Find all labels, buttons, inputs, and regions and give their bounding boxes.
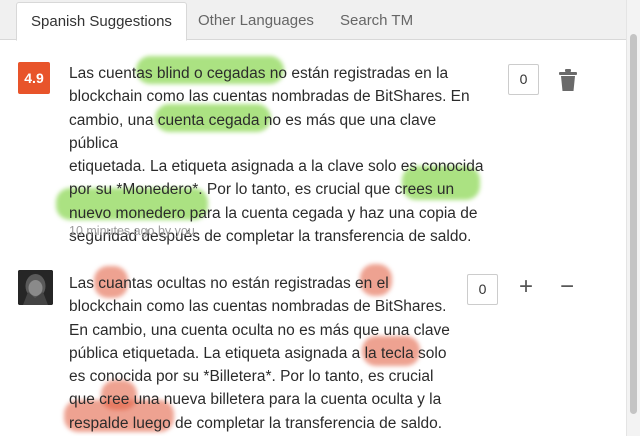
- tab-search-tm[interactable]: Search TM: [326, 2, 427, 40]
- vote-count: 0: [467, 274, 498, 305]
- suggestion-meta: 10 minutes ago by you: [69, 224, 195, 238]
- upvote-button[interactable]: +: [515, 275, 537, 299]
- tab-other-languages[interactable]: Other Languages: [184, 2, 328, 40]
- score-badge: 4.9: [18, 62, 50, 94]
- vote-count: 0: [508, 64, 539, 95]
- suggestion-item: 4.9 Las cuentas blind o cegadas no están…: [0, 40, 626, 250]
- scrollbar-thumb[interactable]: [630, 34, 637, 414]
- tab-spanish-suggestions[interactable]: Spanish Suggestions: [16, 2, 187, 41]
- tab-bar: Spanish Suggestions Other Languages Sear…: [0, 0, 626, 41]
- suggestion-text: Las cuantas ocultas no están registradas…: [69, 275, 450, 432]
- scrollbar[interactable]: [626, 0, 640, 436]
- trash-icon[interactable]: [556, 67, 580, 93]
- suggestion-item: Las cuantas ocultas no están registradas…: [0, 250, 626, 436]
- suggestion-text: Las cuentas blind o cegadas no están reg…: [69, 65, 484, 246]
- downvote-button[interactable]: −: [556, 275, 578, 299]
- avatar: [18, 270, 53, 305]
